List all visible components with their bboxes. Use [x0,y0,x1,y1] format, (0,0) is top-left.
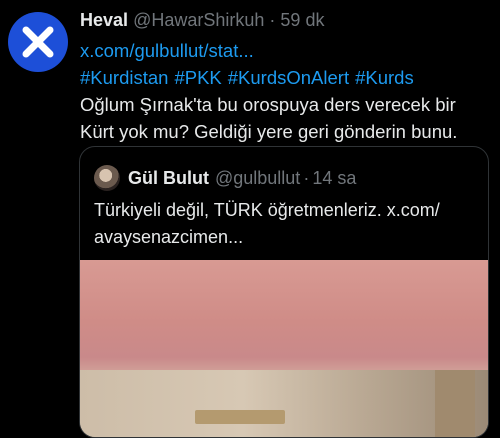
hashtag-link[interactable]: #PKK [174,67,221,88]
hashtag-link[interactable]: #Kurds [355,67,414,88]
hashtag-row: #Kurdistan #PKK #KurdsOnAlert #Kurds [80,64,494,91]
separator-dot: · [303,167,310,188]
quoted-text-line: Türkiyeli değil, TÜRK öğretmenleriz. x.c… [94,200,440,220]
tweet-text-line: Kürt yok mu? Geldiği yere geri gönderin … [80,121,458,142]
separator-dot: · [269,10,276,30]
quoted-avatar[interactable] [94,165,120,191]
tweet-time[interactable]: 59 dk [280,10,324,30]
tweet-link[interactable]: x.com/gulbullut/stat... [80,37,494,64]
photo-wall [80,370,488,437]
quoted-tweet[interactable]: Gül Bulut @gulbullut · 14 sa Türkiyeli d… [79,146,489,438]
quoted-time[interactable]: 14 sa [312,168,356,189]
author-name[interactable]: Heval [80,10,128,30]
author-avatar[interactable] [8,12,68,72]
quoted-media-image[interactable] [80,260,488,437]
tweet-body: Heval @HawarShirkuh · 59 dk x.com/gulbul… [80,8,494,145]
quoted-text: Türkiyeli değil, TÜRK öğretmenleriz. x.c… [94,197,474,251]
hashtag-link[interactable]: #KurdsOnAlert [228,67,349,88]
quoted-author-handle[interactable]: @gulbullut [215,168,300,189]
tweet-text-line: Oğlum Şırnak'ta bu orospuya ders verecek… [80,94,456,115]
hashtag-link[interactable]: #Kurdistan [80,67,168,88]
photo-coat-rail [195,410,285,424]
quoted-author-name[interactable]: Gül Bulut [128,168,209,189]
quoted-header: Gül Bulut @gulbullut · 14 sa [94,165,356,191]
author-handle[interactable]: @HawarShirkuh [133,10,264,30]
quoted-text-line: avaysenazcimen... [94,227,244,247]
tweet-header: Heval @HawarShirkuh · 59 dk [80,8,494,32]
x-mark-icon [22,26,54,58]
photo-door [435,370,475,437]
